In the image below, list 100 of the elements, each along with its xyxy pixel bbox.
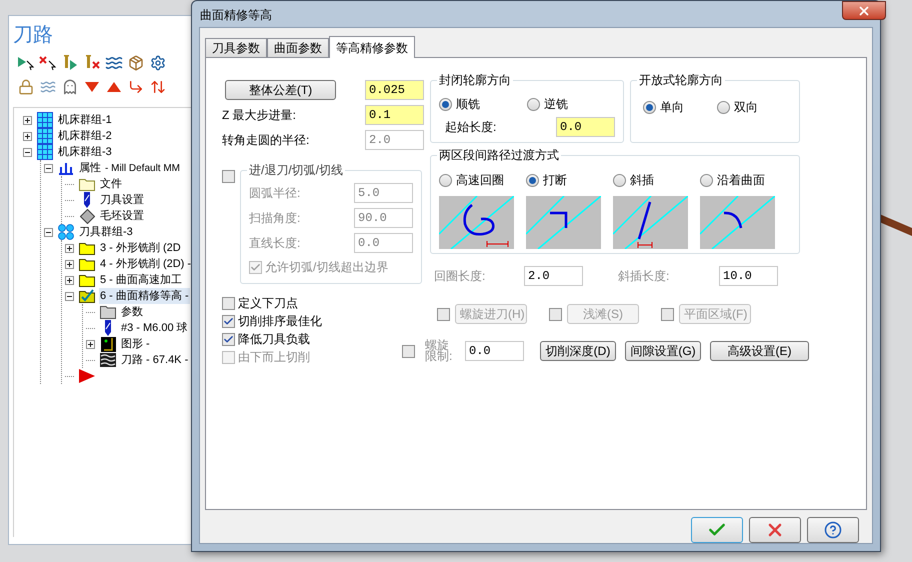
group-title: 进/退刀/切弧/切线 <box>247 162 346 178</box>
radio-button[interactable] <box>526 174 539 186</box>
radio-button[interactable] <box>527 98 540 110</box>
tree-item[interactable]: 4 - 外形铣削 (2D) - <box>99 256 192 272</box>
check-icon <box>223 316 234 326</box>
checkbox-label: 切削排序最佳化 <box>238 313 322 330</box>
checkbox-label: 降低刀具负载 <box>238 331 310 348</box>
expand-icon[interactable] <box>65 276 74 284</box>
radio-button[interactable] <box>700 174 713 186</box>
checkbox[interactable] <box>661 308 674 320</box>
tree-item[interactable]: 文件 <box>99 176 123 192</box>
check-icon <box>250 262 261 272</box>
cancel-button[interactable] <box>749 517 801 543</box>
geometry-icon <box>100 336 116 352</box>
radio-label: 单向 <box>660 99 684 116</box>
tool-icon <box>103 320 113 336</box>
input-field[interactable]: 0.025 <box>365 80 424 100</box>
tree-item[interactable]: 刀具群组-3 <box>78 224 134 240</box>
waves-icon[interactable] <box>105 54 123 72</box>
corner-arrow-icon[interactable] <box>127 78 145 96</box>
button[interactable]: 间隙设置(G) <box>625 341 701 361</box>
grid-icon <box>37 144 53 160</box>
input-field[interactable]: 10.0 <box>719 266 778 286</box>
collapse-icon[interactable] <box>23 148 32 156</box>
radio-label: 高速回圈 <box>456 172 504 189</box>
checkbox[interactable] <box>402 344 415 358</box>
radio-button[interactable] <box>717 100 730 114</box>
field-label: 斜插长度: <box>618 268 670 285</box>
button[interactable]: 高级设置(E) <box>710 341 809 361</box>
checkbox[interactable] <box>222 296 235 310</box>
tree-item[interactable]: 刀路 - 67.4K - <box>120 352 190 368</box>
tree-item[interactable]: 毛坯设置 <box>99 208 145 224</box>
checkbox[interactable] <box>437 308 450 320</box>
lock-icon[interactable] <box>17 78 35 96</box>
expand-icon[interactable] <box>23 116 32 124</box>
tree-item[interactable]: 3 - 外形铣削 (2D <box>99 240 182 256</box>
diamond-icon <box>80 208 94 224</box>
help-icon <box>824 521 842 539</box>
input-field[interactable]: 0.0 <box>465 341 524 361</box>
radio-button[interactable] <box>613 174 626 186</box>
grid-icon <box>37 112 53 128</box>
tab[interactable]: 刀具参数 <box>205 38 267 57</box>
help-button[interactable] <box>807 517 859 543</box>
tab[interactable]: 曲面参数 <box>267 38 329 57</box>
checkbox[interactable] <box>222 314 235 328</box>
field-label: 螺旋限制: <box>425 340 453 362</box>
expand-icon[interactable] <box>23 132 32 140</box>
expand-icon[interactable] <box>65 260 74 268</box>
collapse-icon[interactable] <box>44 164 53 172</box>
field-label: 圆弧半径: <box>249 185 300 202</box>
chart-icon <box>58 161 74 175</box>
folder-icon <box>79 274 95 286</box>
group-title: 开放式轮廓方向 <box>637 72 725 88</box>
input-field[interactable]: 0.1 <box>365 105 424 125</box>
package-icon[interactable] <box>127 54 145 72</box>
folder-icon <box>79 242 95 254</box>
tree-item[interactable]: 属性 <box>78 160 102 176</box>
button[interactable]: 切削深度(D) <box>540 341 616 361</box>
cursor-play-icon[interactable] <box>17 54 35 72</box>
expand-icon[interactable] <box>65 244 74 252</box>
tab[interactable]: 等高精修参数 <box>329 36 415 58</box>
ok-button[interactable] <box>691 517 743 543</box>
settings-icon[interactable] <box>149 54 167 72</box>
button[interactable]: 整体公差(T) <box>225 80 336 100</box>
field-label: 直线长度: <box>249 235 300 252</box>
radio-label: 打断 <box>543 172 567 189</box>
field-label: 转角走圆的半径: <box>222 132 310 149</box>
tool-icon <box>82 192 92 208</box>
radio-label: 逆铣 <box>544 96 568 113</box>
input-field[interactable]: 2.0 <box>524 266 583 286</box>
ghost-icon[interactable] <box>61 78 79 96</box>
tree-item[interactable]: 5 - 曲面高速加工 <box>99 272 183 288</box>
folder-icon <box>79 178 95 190</box>
checkbox[interactable] <box>222 332 235 346</box>
cursor-x-icon[interactable] <box>39 54 57 72</box>
group-title: 两区段间路径过渡方式 <box>437 147 561 163</box>
check-icon <box>223 334 234 344</box>
tree-item[interactable]: 机床群组-2 <box>57 128 113 144</box>
radio-label: 顺铣 <box>456 96 480 113</box>
tree-item[interactable]: 机床群组-3 <box>57 144 113 160</box>
tree-item[interactable]: 刀具设置 <box>99 192 145 208</box>
close-button[interactable] <box>842 1 886 20</box>
input-field[interactable]: 0.0 <box>556 117 615 137</box>
collapse-icon[interactable] <box>44 228 53 236</box>
radio-button[interactable] <box>643 100 656 114</box>
radio-button[interactable] <box>439 98 452 110</box>
radio-button[interactable] <box>439 174 452 186</box>
field-label: 起始长度: <box>445 119 496 136</box>
tree-item[interactable]: 6 - 曲面精修等高 - <box>99 288 190 304</box>
collapse-icon[interactable] <box>65 292 74 300</box>
up-down-arrow-icon[interactable] <box>149 78 167 96</box>
tree-item[interactable]: #3 - M6.00 球 <box>120 320 189 336</box>
tree-item[interactable]: 参数 <box>120 304 144 320</box>
arrow-icon <box>79 369 95 383</box>
panel-title: 刀路 <box>13 23 54 47</box>
tree-item[interactable]: 图形 - <box>120 336 151 352</box>
group-title: 封闭轮廓方向 <box>437 72 513 88</box>
tree-item[interactable]: 机床群组-1 <box>57 112 113 128</box>
checkbox[interactable] <box>549 308 562 320</box>
expand-icon[interactable] <box>86 340 95 348</box>
